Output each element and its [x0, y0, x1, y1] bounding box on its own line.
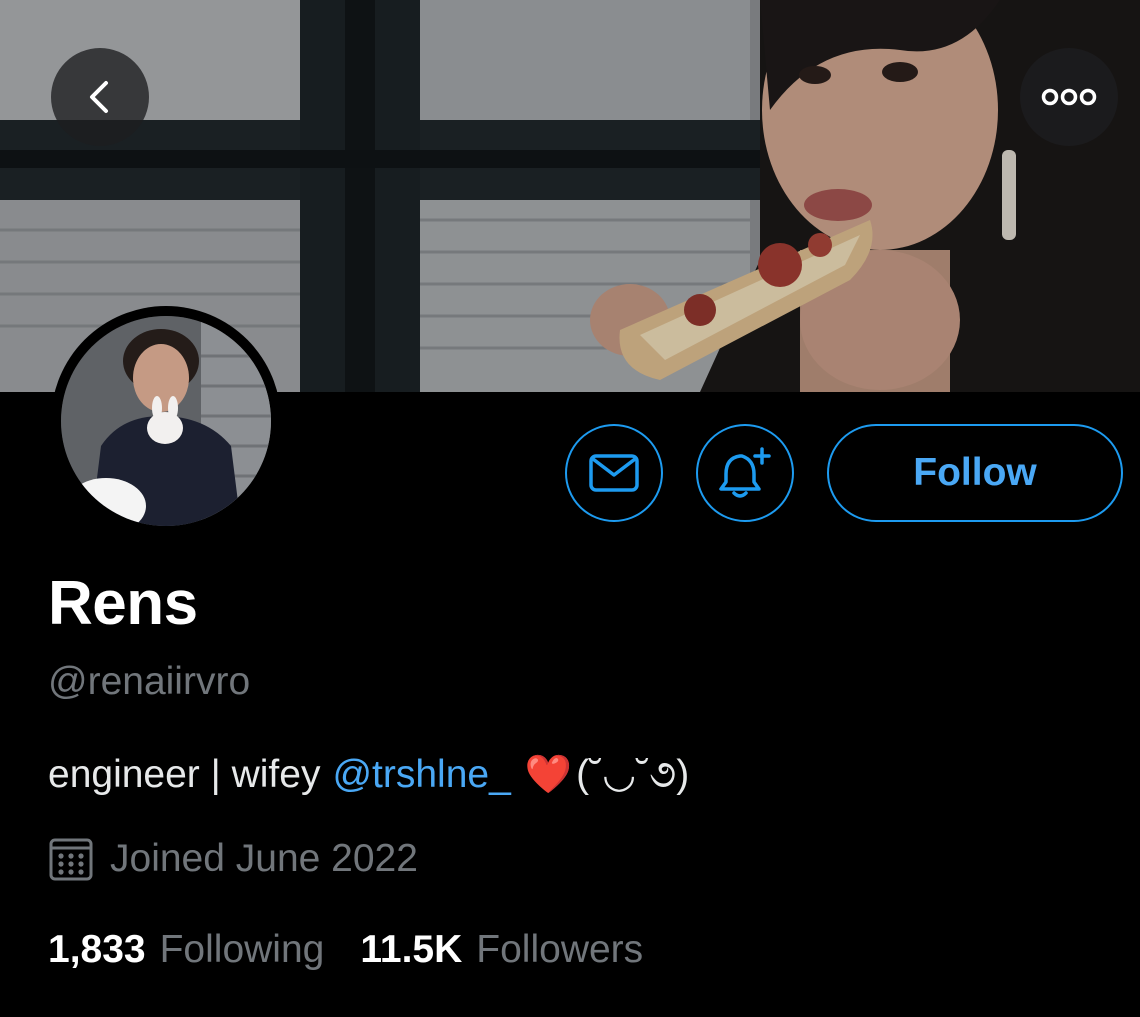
bio-kaomoji: (˘◡˘૭) — [576, 753, 690, 796]
profile-avatar[interactable] — [51, 306, 281, 536]
back-button[interactable] — [51, 48, 149, 146]
followers-count: 11.5K — [360, 928, 463, 971]
bell-plus-icon — [719, 447, 771, 498]
envelope-icon — [589, 454, 639, 492]
profile-stats: 1,833 Following 11.5K Followers — [48, 928, 643, 972]
following-link[interactable]: 1,833 Following — [48, 928, 324, 972]
avatar-image — [61, 316, 271, 526]
follow-button[interactable]: Follow — [827, 424, 1123, 522]
chevron-left-icon — [90, 81, 108, 113]
more-options-button[interactable] — [1020, 48, 1118, 146]
follow-button-label: Follow — [913, 451, 1037, 494]
followers-link[interactable]: 11.5K Followers — [360, 928, 643, 972]
profile-bio: engineer | wifey @trshlne_ ❤️ (˘◡˘૭) — [48, 752, 689, 797]
bio-mention-link[interactable]: @trshlne_ — [332, 753, 510, 797]
followers-label: Followers — [476, 928, 644, 971]
following-label: Following — [159, 928, 325, 971]
calendar-icon — [48, 836, 94, 882]
more-horizontal-icon — [1041, 88, 1097, 106]
bio-text: engineer | wifey — [48, 752, 321, 796]
heart-emoji: ❤️ — [524, 753, 573, 796]
joined-date: Joined June 2022 — [48, 836, 418, 882]
following-count: 1,833 — [48, 928, 146, 971]
joined-date-text: Joined June 2022 — [110, 837, 418, 880]
user-handle: @renaiirvro — [48, 660, 251, 703]
display-name: Rens — [48, 569, 198, 638]
message-button[interactable] — [565, 424, 663, 522]
notifications-button[interactable] — [696, 424, 794, 522]
